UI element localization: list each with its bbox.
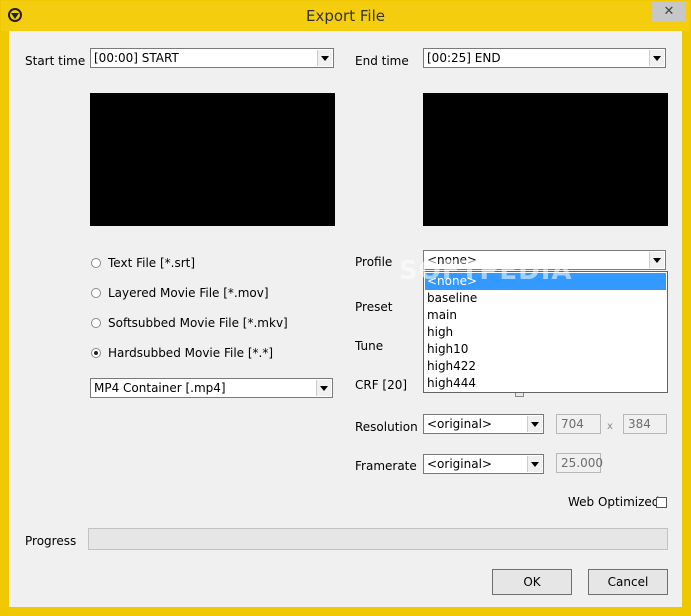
watermark-text: SOFTPEDIA [399, 256, 573, 286]
radio-button-checked[interactable] [91, 348, 101, 358]
resolution-separator: x [607, 421, 613, 432]
dropdown-option-high422[interactable]: high422 [425, 358, 666, 375]
radio-label: Softsubbed Movie File [*.mkv] [108, 316, 288, 330]
web-optimized-checkbox[interactable] [656, 497, 667, 508]
end-time-value: [00:25] END [427, 51, 501, 65]
profile-dropdown-list: <none> baseline main high high10 high422… [423, 271, 668, 393]
cancel-button[interactable]: Cancel [588, 569, 668, 595]
start-video-preview [90, 93, 335, 226]
resolution-value: <original> [427, 417, 492, 431]
framerate-value: <original> [427, 457, 492, 471]
dropdown-option-main[interactable]: main [425, 307, 666, 324]
resolution-width-field[interactable]: 704 [556, 414, 601, 434]
radio-button[interactable] [91, 258, 101, 268]
resolution-width-value: 704 [561, 417, 584, 431]
radio-button[interactable] [91, 318, 101, 328]
dropdown-option-baseline[interactable]: baseline [425, 290, 666, 307]
end-video-preview [423, 93, 668, 226]
chevron-down-icon[interactable] [649, 252, 664, 268]
chevron-down-icon[interactable] [649, 50, 664, 66]
crf-label: CRF [20] [355, 378, 408, 392]
preset-label: Preset [355, 300, 393, 314]
container-select[interactable]: MP4 Container [.mp4] [90, 378, 333, 398]
resolution-height-value: 384 [628, 417, 651, 431]
chevron-down-icon[interactable] [316, 380, 331, 396]
dropdown-option-high[interactable]: high [425, 324, 666, 341]
close-button[interactable]: ✕ [652, 2, 686, 22]
chevron-down-icon[interactable] [527, 416, 542, 432]
framerate-select[interactable]: <original> [423, 454, 544, 474]
export-file-window: Export File ✕ Start time [00:00] START E… [0, 0, 691, 616]
web-optimized-label: Web Optimized [568, 495, 660, 509]
framerate-label: Framerate [355, 459, 417, 473]
radio-label: Layered Movie File [*.mov] [108, 286, 269, 300]
start-time-value: [00:00] START [94, 51, 179, 65]
chevron-down-icon[interactable] [317, 50, 332, 66]
tune-label: Tune [355, 339, 384, 353]
start-time-label: Start time [25, 54, 86, 68]
dropdown-option-high444[interactable]: high444 [425, 375, 666, 392]
profile-label: Profile [355, 255, 393, 269]
ok-button[interactable]: OK [492, 569, 572, 595]
framerate-fps-field[interactable]: 25.000 [556, 453, 603, 473]
framerate-fps-value: 25.000 [561, 456, 603, 470]
progress-bar [88, 528, 668, 550]
radio-label: Text File [*.srt] [108, 256, 196, 270]
title-bar[interactable]: Export File ✕ [1, 1, 690, 31]
chevron-down-icon[interactable] [527, 456, 542, 472]
progress-label: Progress [25, 534, 77, 548]
resolution-height-field[interactable]: 384 [623, 414, 667, 434]
radio-button[interactable] [91, 288, 101, 298]
resolution-select[interactable]: <original> [423, 414, 544, 434]
radio-label: Hardsubbed Movie File [*.*] [108, 346, 274, 360]
container-value: MP4 Container [.mp4] [94, 381, 226, 395]
end-time-select[interactable]: [00:25] END [423, 48, 666, 68]
start-time-select[interactable]: [00:00] START [90, 48, 334, 68]
resolution-label: Resolution [355, 420, 418, 434]
window-title: Export File [306, 7, 385, 25]
end-time-label: End time [355, 54, 409, 68]
dialog-client-area: Start time [00:00] START End time [00:25… [9, 31, 682, 607]
dropdown-option-high10[interactable]: high10 [425, 341, 666, 358]
